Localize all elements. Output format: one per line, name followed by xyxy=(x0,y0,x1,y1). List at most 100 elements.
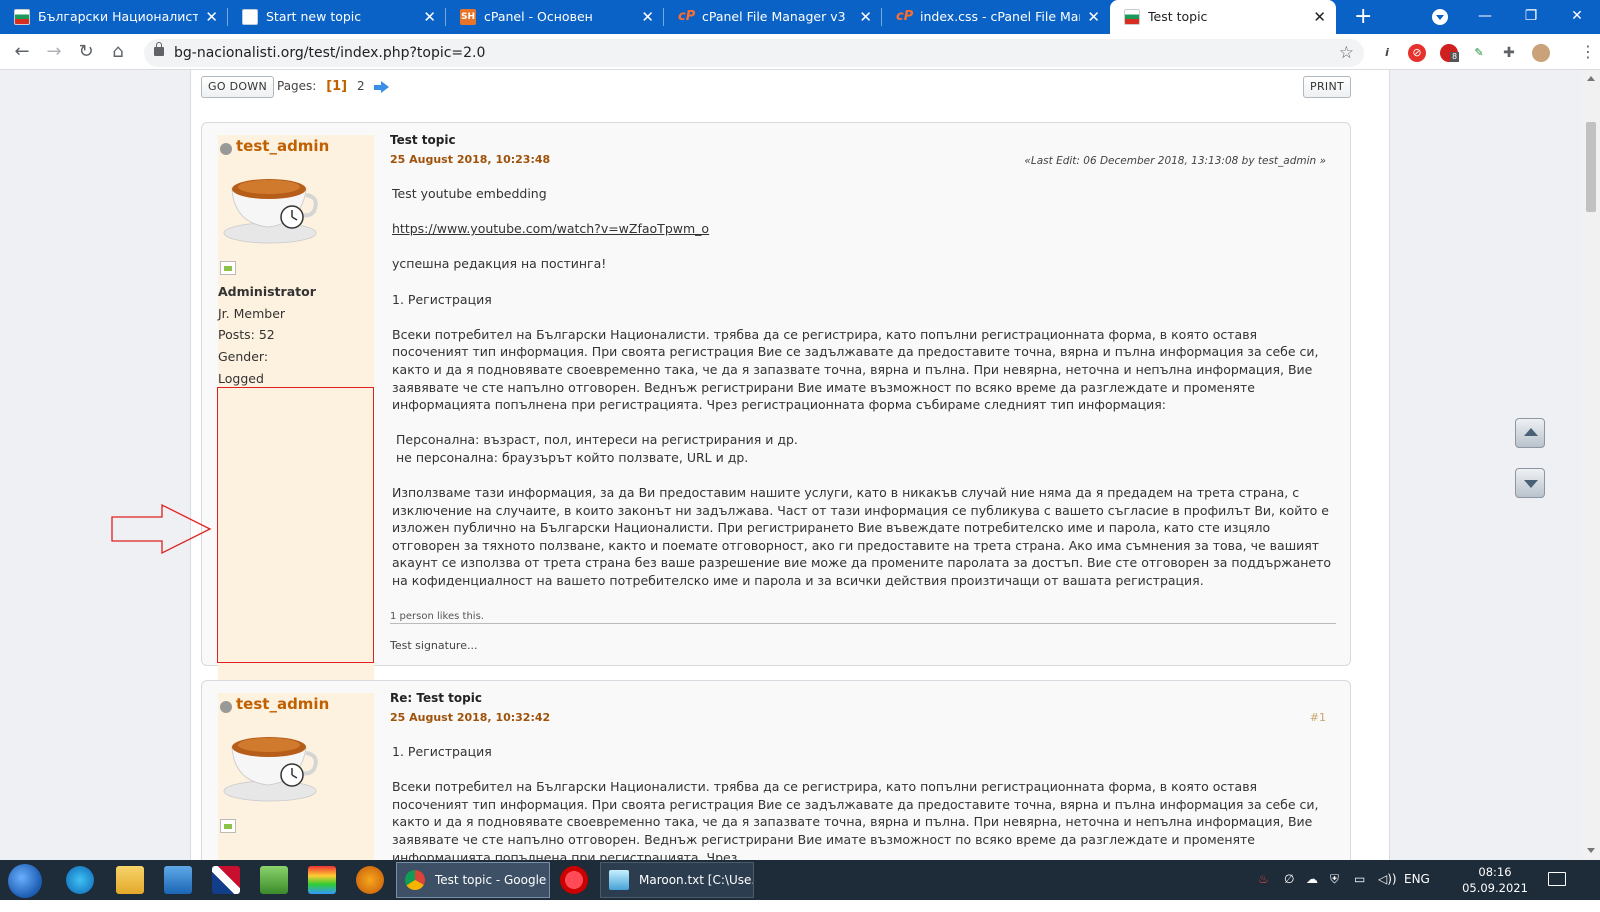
post: test_admin Re: Test topic 25 August 2018… xyxy=(201,680,1351,860)
post-body: Test youtube embedding https://www.youtu… xyxy=(392,185,1332,607)
paperclip-icon[interactable]: ∅ xyxy=(1284,872,1294,886)
tab-search-icon[interactable] xyxy=(1432,9,1448,25)
task-label: Test topic - Google ... xyxy=(435,873,550,887)
tab-bg-nacionalisti[interactable]: Български Националистическ ✕ xyxy=(0,0,228,34)
onedrive-icon[interactable]: ☁ xyxy=(1306,872,1318,886)
avatar xyxy=(223,737,318,802)
language-flag-icon[interactable] xyxy=(212,866,240,894)
tray-app-icon[interactable]: ♨ xyxy=(1258,872,1269,886)
avatar xyxy=(223,179,318,244)
post-subject[interactable]: Re: Test topic xyxy=(390,691,482,705)
post-number[interactable]: #1 xyxy=(1310,711,1326,724)
window-close-button[interactable]: ✕ xyxy=(1554,0,1600,34)
close-icon[interactable]: ✕ xyxy=(1087,0,1100,34)
puzzle-extensions-icon[interactable]: ✚ xyxy=(1500,44,1518,62)
tab-title: index.css - cPanel File Manage xyxy=(920,9,1080,24)
magnifier-page-icon xyxy=(242,9,258,25)
address-bar[interactable]: bg-nacionalisti.org/test/index.php?topic… xyxy=(144,39,1364,67)
close-icon[interactable]: ✕ xyxy=(205,0,218,34)
block-extension-icon[interactable]: ⊘ xyxy=(1408,44,1426,62)
opera-icon[interactable] xyxy=(560,866,588,894)
post-subject[interactable]: Test topic xyxy=(390,133,456,147)
profile-avatar[interactable] xyxy=(1532,44,1550,62)
youtube-link[interactable]: https://www.youtube.com/watch?v=wZfaoTpw… xyxy=(392,221,709,236)
restore-button[interactable]: ❐ xyxy=(1508,0,1554,34)
poster-username[interactable]: test_admin xyxy=(236,695,329,713)
scrollbar-thumb[interactable] xyxy=(1586,122,1596,212)
extension-badge: 8 xyxy=(1450,52,1460,62)
taskbar-notepad-window[interactable]: Maroon.txt [C:\Use... xyxy=(600,862,754,898)
new-tab-button[interactable]: + xyxy=(1354,4,1372,30)
next-page-arrow-icon[interactable] xyxy=(374,80,390,93)
bookmark-star-icon[interactable]: ☆ xyxy=(1339,39,1354,67)
back-icon[interactable]: ← xyxy=(10,40,34,64)
url-text[interactable]: bg-nacionalisti.org/test/index.php?topic… xyxy=(174,39,485,67)
tab-title: Start new topic xyxy=(266,9,362,24)
broken-image-icon xyxy=(220,819,236,833)
post-text: Test youtube embedding xyxy=(392,186,547,201)
language-indicator[interactable]: ENG xyxy=(1404,872,1430,886)
scroll-up-button[interactable] xyxy=(1515,418,1545,448)
scroll-down-button[interactable] xyxy=(1515,468,1545,498)
post-paragraph: Всеки потребител на Български Националис… xyxy=(392,326,1319,413)
page-link-2[interactable]: 2 xyxy=(357,79,365,93)
mail-icon[interactable] xyxy=(164,866,192,894)
close-icon[interactable]: ✕ xyxy=(423,0,436,34)
reload-icon[interactable]: ↻ xyxy=(74,40,98,64)
poster-username[interactable]: test_admin xyxy=(236,137,329,155)
tab-cpanel-main[interactable]: SH cPanel - Основен ✕ xyxy=(446,0,664,34)
cpanel-icon: cP xyxy=(896,9,914,24)
post-body: 1. Регистрация Всеки потребител на Бълга… xyxy=(392,743,1332,860)
spreadsheet-icon[interactable] xyxy=(260,866,288,894)
tab-cpanel-file-manager[interactable]: cP cPanel File Manager v3 ✕ xyxy=(664,0,882,34)
go-down-button[interactable]: GO DOWN xyxy=(201,76,275,98)
post-paragraph: Използваме тази информация, за да Ви пре… xyxy=(392,485,1332,589)
pen-extension-icon[interactable]: ✎ xyxy=(1470,44,1488,62)
highlight-rectangle xyxy=(217,387,374,663)
print-button[interactable]: PRINT xyxy=(1303,76,1351,98)
system-clock[interactable]: 08:16 05.09.2021 г. xyxy=(1460,864,1530,912)
notification-center-icon[interactable] xyxy=(1548,872,1566,886)
forward-icon[interactable]: → xyxy=(42,40,66,64)
page-scrollbar[interactable] xyxy=(1582,70,1600,860)
clock-time: 08:16 xyxy=(1478,865,1512,879)
broken-image-icon xyxy=(220,261,236,275)
likes-count[interactable]: 1 person likes this. xyxy=(390,611,484,622)
media-player-icon[interactable] xyxy=(356,866,384,894)
offline-status-icon xyxy=(220,143,232,155)
ublock-extension-icon[interactable]: 8 xyxy=(1440,44,1460,62)
post-text: успешна редакция на постинга! xyxy=(392,256,607,272)
member-rank: Jr. Member xyxy=(218,305,286,321)
tab-test-topic[interactable]: Test topic ✕ xyxy=(1110,0,1336,34)
post-list-item: Персонална: възраст, пол, интереси на ре… xyxy=(392,432,798,448)
tab-index-css[interactable]: cP index.css - cPanel File Manage ✕ xyxy=(882,0,1110,34)
minimize-button[interactable]: — xyxy=(1462,0,1508,34)
gender-label: Gender: xyxy=(218,349,269,365)
start-button[interactable] xyxy=(8,864,42,898)
home-icon[interactable]: ⌂ xyxy=(106,40,130,64)
edge-icon[interactable] xyxy=(66,866,94,894)
close-icon[interactable]: ✕ xyxy=(641,0,654,34)
security-shield-icon[interactable]: ⛨ xyxy=(1330,872,1339,887)
close-icon[interactable]: ✕ xyxy=(1313,0,1326,34)
post-date: 25 August 2018, 10:23:48 xyxy=(390,153,551,166)
tab-title: Test topic xyxy=(1148,9,1208,24)
lock-icon[interactable] xyxy=(154,42,164,56)
post-count: Posts: 52 xyxy=(218,327,275,343)
post-paragraph: Всеки потребител на Български Националис… xyxy=(392,779,1319,860)
info-extension-icon[interactable]: i xyxy=(1378,44,1396,62)
network-icon[interactable]: ▭ xyxy=(1354,872,1365,886)
member-group: Administrator xyxy=(218,284,316,299)
close-icon[interactable]: ✕ xyxy=(859,0,872,34)
signature-divider xyxy=(390,623,1336,624)
file-explorer-icon[interactable] xyxy=(116,866,144,894)
chrome-icon xyxy=(405,870,425,890)
tab-start-new-topic[interactable]: Start new topic ✕ xyxy=(228,0,446,34)
scroll-up-arrow-icon[interactable] xyxy=(1587,76,1595,81)
scroll-down-arrow-icon[interactable] xyxy=(1587,848,1595,853)
volume-icon[interactable]: ◁)) xyxy=(1378,872,1397,886)
taskbar-chrome-window[interactable]: Test topic - Google ... xyxy=(396,862,550,898)
chrome-menu-icon[interactable]: ⋮ xyxy=(1580,42,1596,62)
signature: Test signature... xyxy=(390,639,478,652)
winrar-icon[interactable] xyxy=(308,866,336,894)
